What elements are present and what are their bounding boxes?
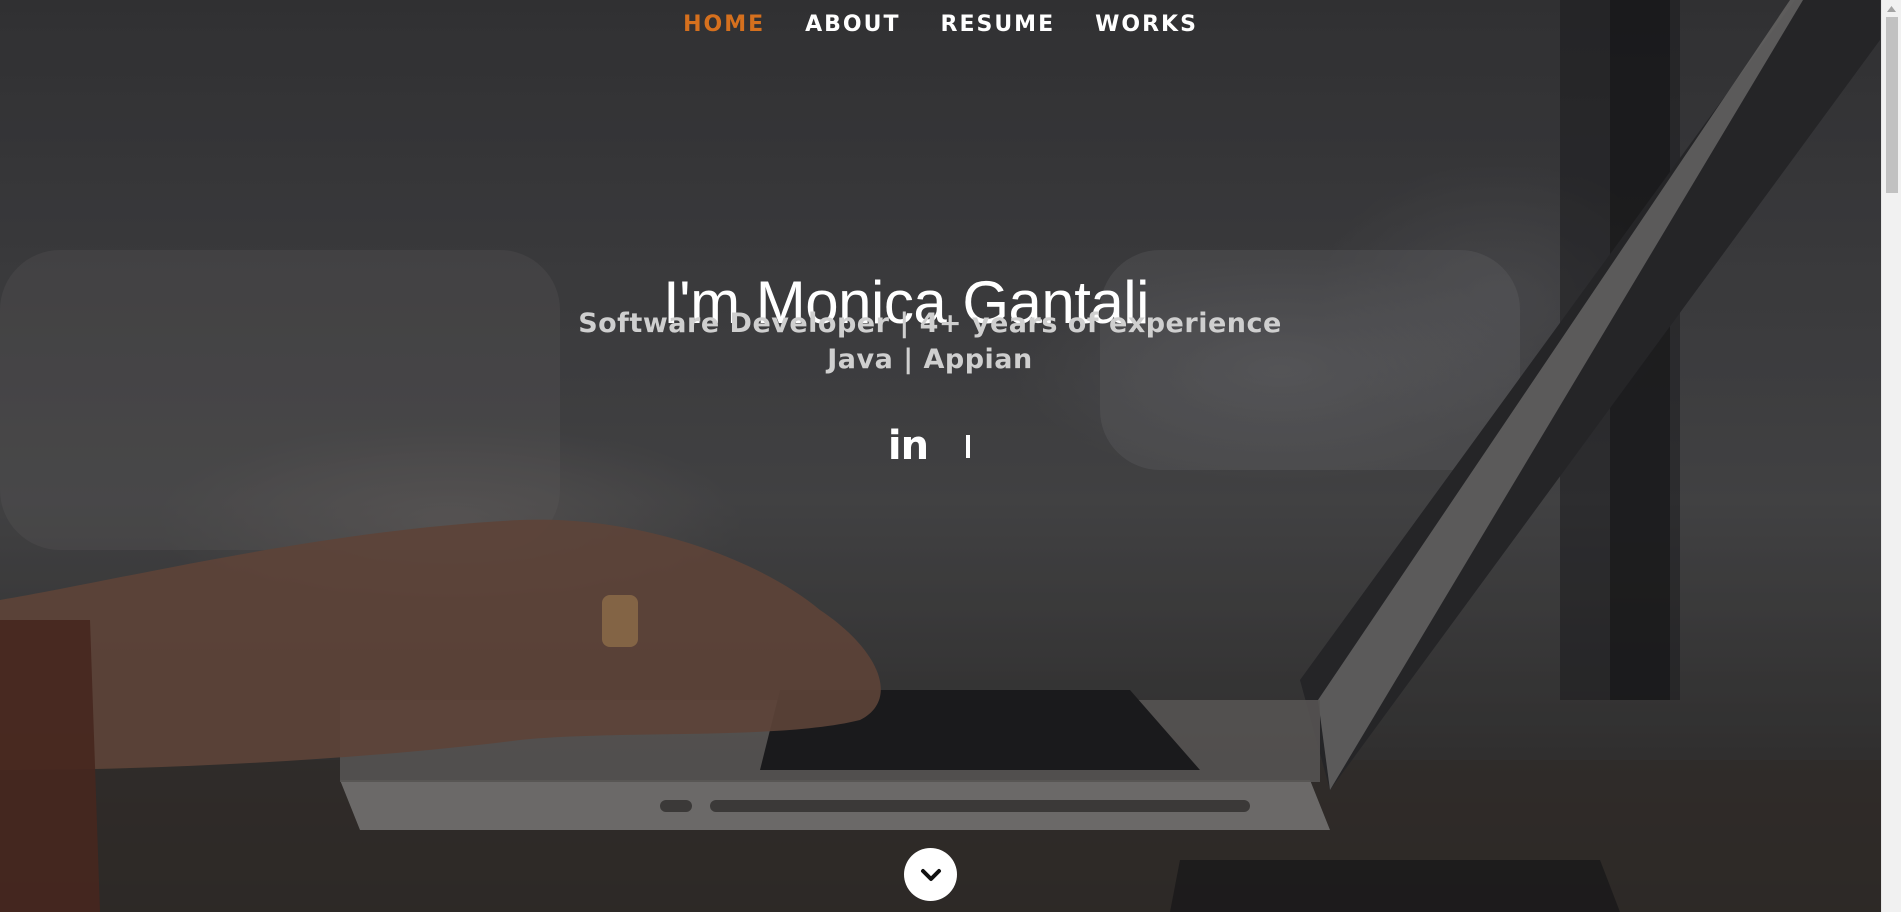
- linkedin-icon[interactable]: in: [888, 423, 929, 469]
- github-icon-glyph: [966, 434, 971, 458]
- chevron-down-icon: [920, 868, 941, 881]
- nav-about[interactable]: ABOUT: [785, 8, 920, 42]
- subtitle-skills: Java | Appian: [827, 344, 1033, 375]
- github-icon[interactable]: [966, 434, 971, 458]
- scrollbar-thumb[interactable]: [1886, 17, 1898, 193]
- nav-home[interactable]: HOME: [663, 8, 785, 42]
- main-nav: HOME ABOUT RESUME WORKS: [0, 8, 1881, 42]
- scrollbar[interactable]: [1881, 0, 1901, 912]
- nav-resume[interactable]: RESUME: [921, 8, 1076, 42]
- subtitle-role: Software Developer | 4+ years of experie…: [578, 308, 1282, 339]
- nav-works[interactable]: WORKS: [1075, 8, 1218, 42]
- scroll-up-arrow-icon[interactable]: [1882, 0, 1901, 17]
- triangle-up-icon: [1887, 5, 1896, 12]
- scroll-down-button[interactable]: [904, 848, 957, 901]
- social-links: in: [0, 423, 1858, 469]
